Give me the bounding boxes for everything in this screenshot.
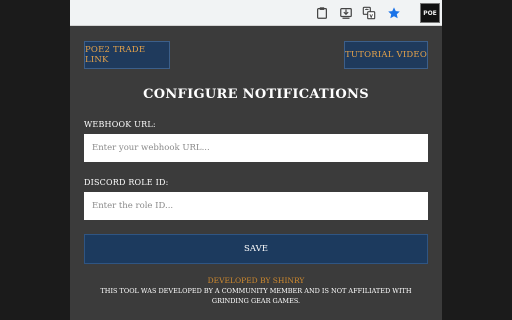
discord-role-id-input[interactable]: [84, 192, 428, 220]
notification-popup: POE2 TRADE LINK TUTORIAL VIDEO CONFIGURE…: [70, 26, 442, 320]
discord-role-id-label: DISCORD ROLE ID:: [84, 178, 169, 187]
developer-credit: DEVELOPED BY SHINRY: [207, 276, 305, 285]
clipboard-icon[interactable]: [314, 5, 330, 21]
disclaimer-text: THIS TOOL WAS DEVELOPED BY A COMMUNITY M…: [100, 287, 412, 305]
webhook-url-label: WEBHOOK URL:: [84, 120, 156, 129]
tutorial-video-button[interactable]: TUTORIAL VIDEO: [344, 41, 428, 69]
download-icon[interactable]: [338, 5, 354, 21]
star-icon[interactable]: [386, 5, 402, 21]
webhook-url-input[interactable]: [84, 134, 428, 162]
browser-toolbar: POE: [70, 0, 442, 26]
page-title: CONFIGURE NOTIFICATIONS: [143, 87, 369, 102]
save-button[interactable]: SAVE: [84, 234, 428, 264]
poe2-trade-link-button[interactable]: POE2 TRADE LINK: [84, 41, 170, 69]
translate-icon[interactable]: [361, 5, 377, 21]
extension-avatar-icon[interactable]: POE: [420, 3, 440, 23]
